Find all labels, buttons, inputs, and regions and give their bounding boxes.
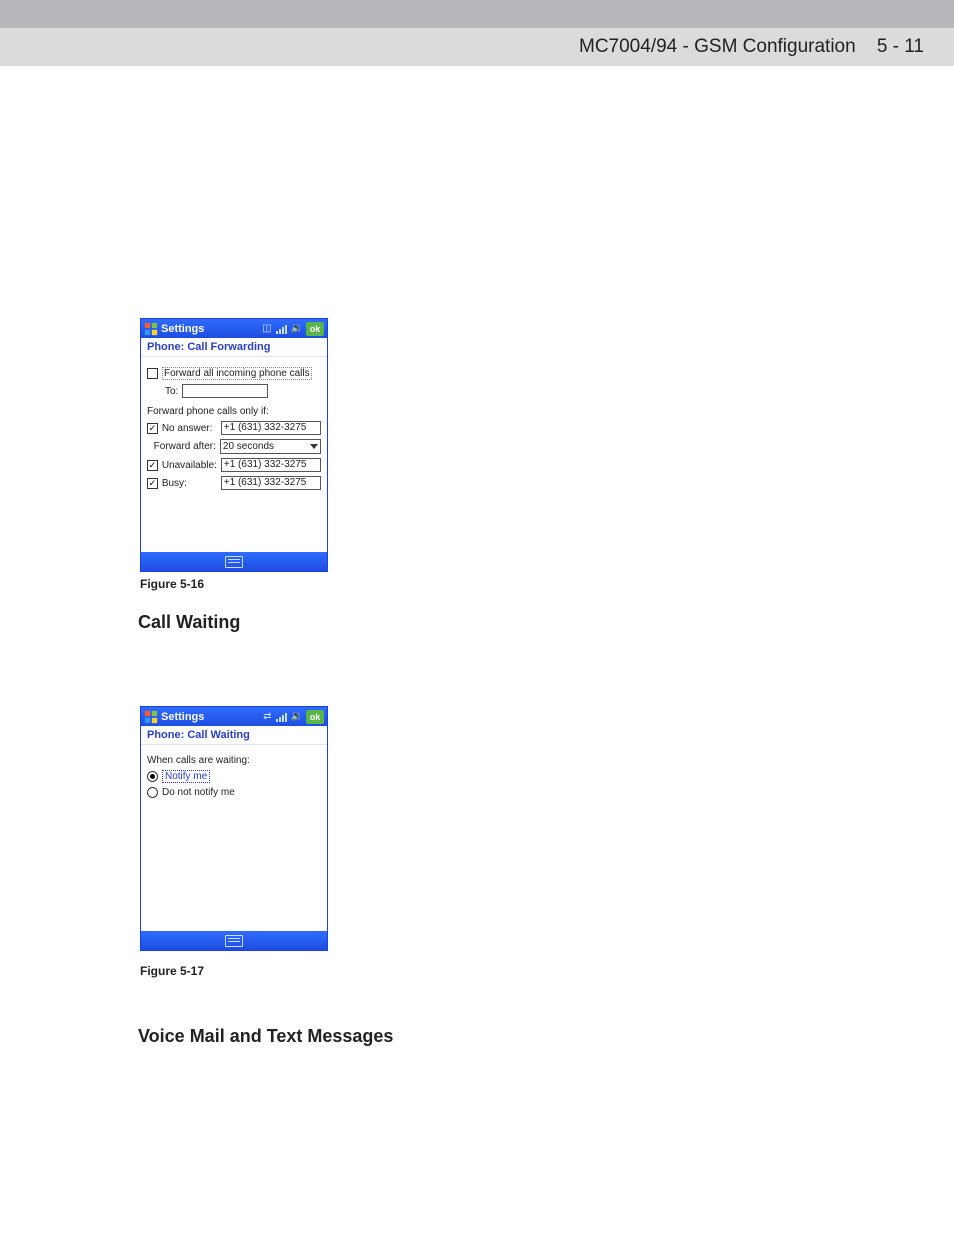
connectivity-icon: ◫ [262,323,271,334]
forward-after-label: Forward after: [147,441,216,452]
no-answer-label: No answer: [162,423,217,434]
forward-after-row: Forward after: 20 seconds [147,439,321,454]
titlebar: Settings ◫ 🔉 ok [141,319,327,338]
only-if-label: Forward phone calls only if: [147,406,269,417]
busy-input[interactable]: +1 (631) 332-3275 [221,476,321,490]
figure-caption-2: Figure 5-17 [140,964,204,978]
header-text: MC7004/94 - GSM Configuration 5 - 11 [579,36,924,58]
unavailable-checkbox[interactable] [147,460,158,471]
no-answer-input[interactable]: +1 (631) 332-3275 [221,421,321,435]
bottom-bar [141,552,327,571]
page-header: MC7004/94 - GSM Configuration 5 - 11 [0,28,954,66]
unavailable-label: Unavailable: [162,460,217,471]
window-title-2: Settings [161,711,260,723]
unavailable-input[interactable]: +1 (631) 332-3275 [221,458,321,472]
ok-button[interactable]: ok [306,322,324,336]
titlebar-2: Settings ⇄ 🔉 ok [141,707,327,726]
forward-all-label: Forward all incoming phone calls [162,367,312,380]
to-label: To: [165,386,178,397]
busy-checkbox[interactable] [147,478,158,489]
start-icon[interactable] [144,322,158,336]
page-number: 5 - 11 [877,36,924,57]
notify-radio[interactable] [147,771,158,782]
panel-body: Forward all incoming phone calls To: For… [141,357,327,552]
no-answer-checkbox[interactable] [147,423,158,434]
figure-caption-1: Figure 5-16 [140,577,204,591]
busy-label: Busy: [162,478,217,489]
page-top-stripe [0,0,954,28]
section-call-waiting: Call Waiting [138,612,240,633]
unavailable-row: Unavailable: +1 (631) 332-3275 [147,458,321,472]
prompt-row: When calls are waiting: [147,755,321,766]
busy-row: Busy: +1 (631) 332-3275 [147,476,321,490]
only-if-label-row: Forward phone calls only if: [147,406,321,417]
panel-body-2: When calls are waiting: Notify me Do not… [141,745,327,931]
bottom-bar-2 [141,931,327,950]
start-icon[interactable] [144,710,158,724]
breadcrumb: MC7004/94 - GSM Configuration [579,36,856,57]
donot-label: Do not notify me [162,787,235,798]
screenshot-call-waiting: Settings ⇄ 🔉 ok Phone: Call Waiting When… [140,706,328,951]
speaker-icon: 🔉 [291,323,303,334]
window-title: Settings [161,323,259,335]
donot-row: Do not notify me [147,787,321,798]
status-icons-2: ⇄ 🔉 [263,711,303,722]
to-input[interactable] [182,384,268,398]
status-icons: ◫ 🔉 [262,323,303,334]
chevron-down-icon [310,444,318,449]
signal-icon [276,712,287,722]
panel-title: Phone: Call Forwarding [141,338,327,357]
donot-radio[interactable] [147,787,158,798]
sync-icon: ⇄ [263,711,271,722]
forward-after-value: 20 seconds [223,441,274,452]
keyboard-icon[interactable] [225,556,243,568]
signal-icon [276,324,287,334]
notify-label: Notify me [162,770,210,783]
panel-title-2: Phone: Call Waiting [141,726,327,745]
to-row: To: [165,384,321,398]
section-voicemail: Voice Mail and Text Messages [138,1026,393,1047]
ok-button-2[interactable]: ok [306,710,324,724]
notify-row: Notify me [147,770,321,783]
forward-all-checkbox[interactable] [147,368,158,379]
forward-after-select[interactable]: 20 seconds [220,439,321,454]
no-answer-row: No answer: +1 (631) 332-3275 [147,421,321,435]
prompt: When calls are waiting: [147,755,250,766]
screenshot-call-forwarding: Settings ◫ 🔉 ok Phone: Call Forwarding F… [140,318,328,572]
forward-all-row: Forward all incoming phone calls [147,367,321,380]
speaker-icon: 🔉 [291,711,303,722]
keyboard-icon[interactable] [225,935,243,947]
